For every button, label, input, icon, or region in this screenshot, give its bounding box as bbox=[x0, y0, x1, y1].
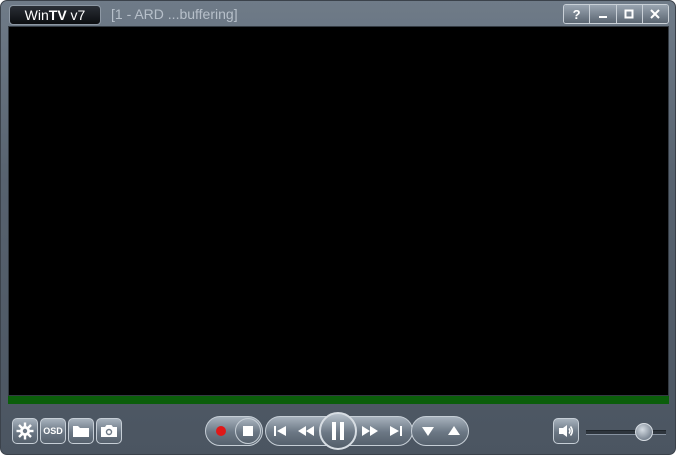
triangle-up-icon bbox=[448, 426, 460, 435]
settings-button[interactable] bbox=[12, 418, 38, 444]
stop-button[interactable] bbox=[235, 418, 261, 444]
stop-icon bbox=[243, 426, 253, 436]
osd-button[interactable]: OSD bbox=[40, 418, 66, 444]
gear-icon bbox=[16, 422, 34, 440]
open-folder-button[interactable] bbox=[68, 418, 94, 444]
record-button[interactable] bbox=[208, 418, 234, 444]
osd-label: OSD bbox=[43, 426, 63, 436]
rewind-button[interactable] bbox=[293, 418, 319, 444]
fast-forward-icon bbox=[362, 426, 378, 436]
skip-back-button[interactable] bbox=[267, 418, 293, 444]
record-icon bbox=[216, 426, 226, 436]
fast-forward-button[interactable] bbox=[357, 418, 383, 444]
minimize-icon bbox=[598, 16, 607, 18]
logo-bold: TV bbox=[48, 7, 67, 23]
maximize-button[interactable] bbox=[615, 5, 642, 23]
window-controls: ? bbox=[563, 4, 669, 24]
snapshot-button[interactable] bbox=[96, 418, 122, 444]
logo-suffix: v7 bbox=[66, 7, 86, 23]
mute-button[interactable] bbox=[553, 418, 579, 444]
speaker-icon bbox=[559, 425, 573, 437]
app-logo: WinTV v7 bbox=[9, 5, 101, 25]
minimize-button[interactable] bbox=[589, 5, 616, 23]
channel-down-button[interactable] bbox=[415, 418, 441, 444]
help-button[interactable]: ? bbox=[564, 5, 590, 23]
folder-icon bbox=[73, 426, 89, 437]
wintv-window: WinTV v7 [1 - ARD ...buffering] ? OSD bbox=[0, 0, 676, 455]
skip-back-icon bbox=[274, 426, 286, 436]
window-title: [1 - ARD ...buffering] bbox=[111, 6, 238, 22]
logo-prefix: Win bbox=[24, 7, 49, 23]
volume-slider-knob[interactable] bbox=[634, 423, 653, 441]
skip-forward-icon bbox=[390, 426, 402, 436]
close-icon bbox=[650, 9, 661, 19]
close-button[interactable] bbox=[641, 5, 668, 23]
skip-forward-button[interactable] bbox=[383, 418, 409, 444]
triangle-down-icon bbox=[422, 427, 434, 436]
title-bar[interactable]: WinTV v7 [1 - ARD ...buffering] ? bbox=[1, 1, 675, 25]
maximize-icon bbox=[624, 9, 634, 19]
signal-status-bar bbox=[8, 396, 669, 404]
control-bar: OSD bbox=[1, 404, 675, 454]
volume-slider-track[interactable] bbox=[586, 430, 666, 435]
pause-button[interactable] bbox=[319, 412, 357, 450]
pause-icon bbox=[332, 422, 344, 440]
rewind-icon bbox=[298, 426, 314, 436]
video-display[interactable] bbox=[8, 26, 669, 396]
camera-icon bbox=[101, 425, 117, 437]
channel-up-button[interactable] bbox=[441, 418, 467, 444]
